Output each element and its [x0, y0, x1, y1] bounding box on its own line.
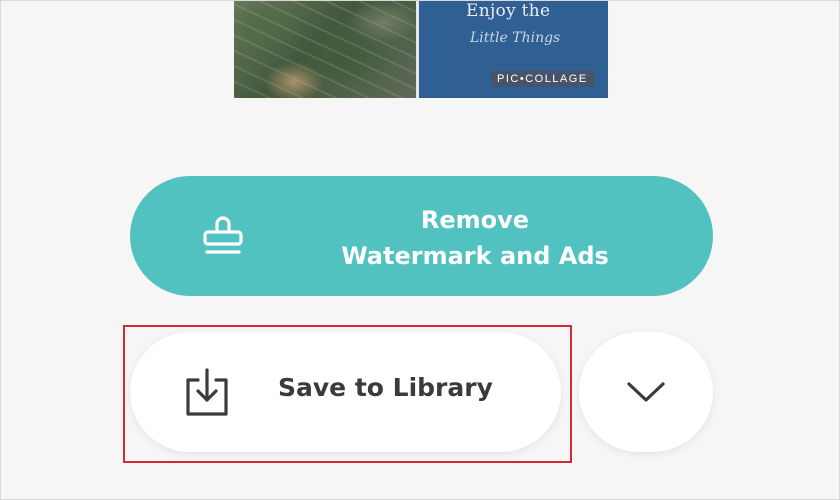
remove-watermark-button[interactable]: Remove Watermark and Ads — [130, 176, 713, 296]
more-options-button[interactable] — [579, 332, 713, 452]
collage-divider — [416, 1, 419, 98]
collage-photo — [234, 1, 416, 98]
chevron-down-icon — [627, 382, 665, 402]
remove-label-line2: Watermark and Ads — [341, 242, 609, 270]
stamp-icon — [203, 216, 243, 254]
collage-subtitle-text: Little Things — [470, 30, 561, 46]
share-screen: Enjoy the Little Things PIC•COLLAGE Remo… — [0, 0, 840, 500]
save-to-library-button[interactable]: Save to Library — [130, 332, 561, 452]
remove-label-line1: Remove — [420, 206, 530, 234]
collage-title-text: Enjoy the — [466, 1, 551, 21]
save-to-library-label: Save to Library — [278, 373, 493, 402]
remove-watermark-label: Remove Watermark and Ads — [280, 202, 670, 274]
download-icon — [186, 368, 228, 416]
watermark-badge: PIC•COLLAGE — [491, 71, 594, 87]
collage-preview: Enjoy the Little Things PIC•COLLAGE — [234, 1, 608, 98]
